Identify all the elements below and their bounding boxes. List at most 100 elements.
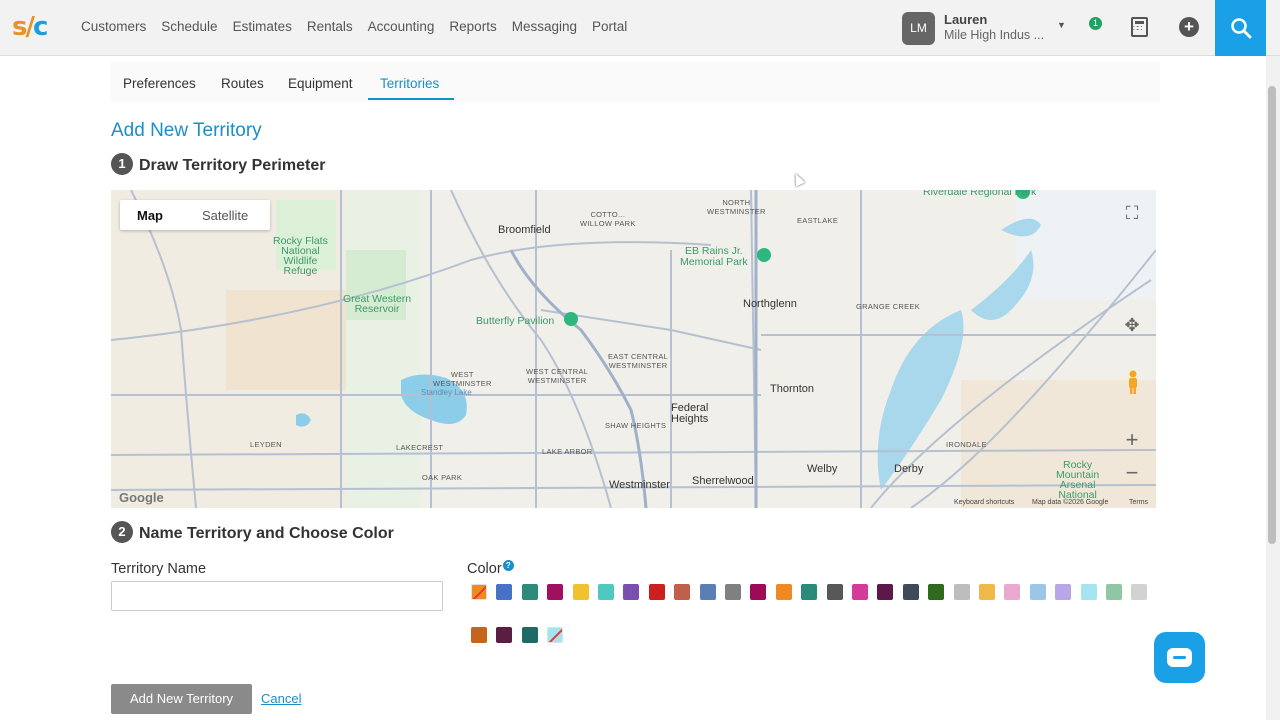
notification-badge[interactable]: 1: [1089, 17, 1102, 30]
color-swatch[interactable]: [648, 584, 665, 600]
color-swatch[interactable]: [598, 584, 614, 600]
nav-rentals[interactable]: Rentals: [307, 19, 353, 34]
map-keyboard-shortcuts[interactable]: Keyboard shortcuts: [954, 499, 1014, 506]
cancel-link[interactable]: Cancel: [261, 691, 301, 706]
tab-routes[interactable]: Routes: [221, 76, 264, 91]
step-number: 1: [111, 153, 133, 175]
map-label-oak-park: OAK PARK: [422, 473, 463, 482]
park-marker-eb-rains[interactable]: [757, 248, 771, 262]
step-label: Name Territory and Choose Color: [139, 525, 394, 543]
color-swatch-none[interactable]: [471, 584, 487, 600]
park-marker-butterfly[interactable]: [564, 312, 578, 326]
nav-accounting[interactable]: Accounting: [368, 19, 435, 34]
nav-reports[interactable]: Reports: [449, 19, 496, 34]
color-swatch[interactable]: [1029, 584, 1046, 600]
color-swatch[interactable]: [496, 627, 513, 643]
map-label-broomfield: Broomfield: [498, 224, 551, 236]
nav-messaging[interactable]: Messaging: [512, 19, 577, 34]
color-swatch[interactable]: [979, 584, 995, 600]
app-logo[interactable]: s/c: [12, 12, 52, 46]
scrollbar-thumb[interactable]: [1268, 86, 1276, 544]
map-label-eb-rains: EB Rains Jr. Memorial Park: [680, 245, 748, 268]
search-button[interactable]: [1215, 0, 1266, 56]
color-swatch[interactable]: [1080, 584, 1097, 600]
color-swatch[interactable]: [572, 584, 589, 600]
add-territory-button[interactable]: Add New Territory: [111, 684, 252, 714]
map-label-west-westminster: WEST WESTMINSTER: [433, 370, 492, 388]
color-swatch[interactable]: [750, 584, 767, 600]
color-swatch[interactable]: [1131, 584, 1148, 600]
map-label-westminster: Westminster: [609, 479, 670, 491]
color-swatch[interactable]: [1055, 584, 1072, 600]
chat-widget-button[interactable]: [1154, 632, 1205, 683]
step-1-heading: 1 Draw Territory Perimeter: [111, 153, 326, 177]
territory-map[interactable]: Map Satellite ⛶ ✥ + − Broomfield Rocky F…: [111, 190, 1156, 508]
nav-schedule[interactable]: Schedule: [161, 19, 217, 34]
tab-territories[interactable]: Territories: [380, 76, 439, 91]
map-label-grange-creek: GRANGE CREEK: [856, 302, 921, 311]
color-swatch[interactable]: [521, 584, 538, 600]
map-terms-link[interactable]: Terms: [1129, 499, 1148, 506]
color-swatch-none[interactable]: [547, 627, 564, 643]
map-label-west-central-westminster: WEST CENTRAL WESTMINSTER: [526, 367, 589, 385]
search-icon: [1231, 18, 1252, 39]
map-label-standley-lake: Standley Lake: [421, 388, 472, 397]
color-swatch[interactable]: [826, 584, 843, 600]
map-label-thornton: Thornton: [770, 383, 815, 395]
color-swatch[interactable]: [902, 584, 919, 600]
color-swatch[interactable]: [928, 584, 945, 600]
map-label-east-central-westminster: EAST CENTRAL WESTMINSTER: [608, 352, 669, 370]
zoom-out-icon[interactable]: −: [1118, 460, 1146, 488]
color-swatch[interactable]: [674, 584, 691, 600]
google-logo[interactable]: Google: [119, 490, 164, 505]
step-label: Draw Territory Perimeter: [139, 157, 326, 175]
map-label-riverdale: Riverdale Regional Park: [923, 190, 1037, 198]
color-swatch[interactable]: [699, 584, 716, 600]
map-label-welby: Welby: [807, 463, 838, 475]
nav-estimates[interactable]: Estimates: [233, 19, 292, 34]
color-swatch[interactable]: [623, 584, 640, 600]
color-swatch[interactable]: [953, 584, 970, 600]
map-data-attribution: Map data ©2026 Google: [1032, 499, 1109, 506]
color-swatch[interactable]: [775, 584, 792, 600]
color-swatch[interactable]: [471, 627, 487, 643]
settings-tabs: Preferences Routes Equipment Territories: [110, 62, 1160, 102]
fullscreen-icon[interactable]: ⛶: [1118, 200, 1146, 228]
user-menu[interactable]: LM Lauren Mile High Indus ... ▼: [902, 12, 1072, 46]
main-nav: Customers Schedule Estimates Rentals Acc…: [81, 19, 642, 34]
street-view-pegman-icon[interactable]: [1127, 370, 1137, 394]
map-type-map[interactable]: Map: [137, 208, 163, 223]
map-canvas[interactable]: [111, 190, 1156, 508]
page-title: Add New Territory: [111, 120, 262, 141]
map-label-rocky-mountain-arsenal: Rocky Mountain Arsenal National: [1056, 459, 1100, 501]
calculator-icon[interactable]: [1131, 17, 1148, 37]
color-swatch[interactable]: [801, 584, 818, 600]
nav-customers[interactable]: Customers: [81, 19, 146, 34]
color-label-text: Color: [467, 561, 502, 577]
map-label-irondale: IRONDALE: [946, 440, 987, 449]
color-swatch[interactable]: [547, 584, 564, 600]
add-icon[interactable]: +: [1179, 17, 1199, 37]
tab-preferences[interactable]: Preferences: [123, 76, 196, 91]
map-pan-icon[interactable]: ✥: [1118, 312, 1146, 340]
avatar: LM: [902, 12, 935, 45]
territory-name-label: Territory Name: [111, 561, 207, 577]
color-swatch[interactable]: [1004, 584, 1021, 600]
color-swatch[interactable]: [521, 627, 538, 643]
color-swatch[interactable]: [877, 584, 894, 600]
color-swatch[interactable]: [725, 584, 741, 600]
map-label-butterfly-pavilion: Butterfly Pavilion: [476, 315, 555, 327]
nav-portal[interactable]: Portal: [592, 19, 627, 34]
color-swatch[interactable]: [1106, 584, 1122, 600]
user-name: Lauren: [944, 12, 988, 27]
color-swatch[interactable]: [496, 584, 513, 600]
tab-equipment[interactable]: Equipment: [288, 76, 353, 91]
color-swatch[interactable]: [852, 584, 868, 600]
map-label-eastlake: EASTLAKE: [797, 216, 839, 225]
zoom-in-icon[interactable]: +: [1118, 427, 1146, 455]
map-label-sherrelwood: Sherrelwood: [692, 475, 754, 487]
territory-name-input[interactable]: [111, 581, 443, 611]
help-icon[interactable]: ?: [502, 560, 514, 571]
map-type-satellite[interactable]: Satellite: [202, 208, 248, 223]
map-label-great-western: Great Western Reservoir: [343, 293, 412, 315]
